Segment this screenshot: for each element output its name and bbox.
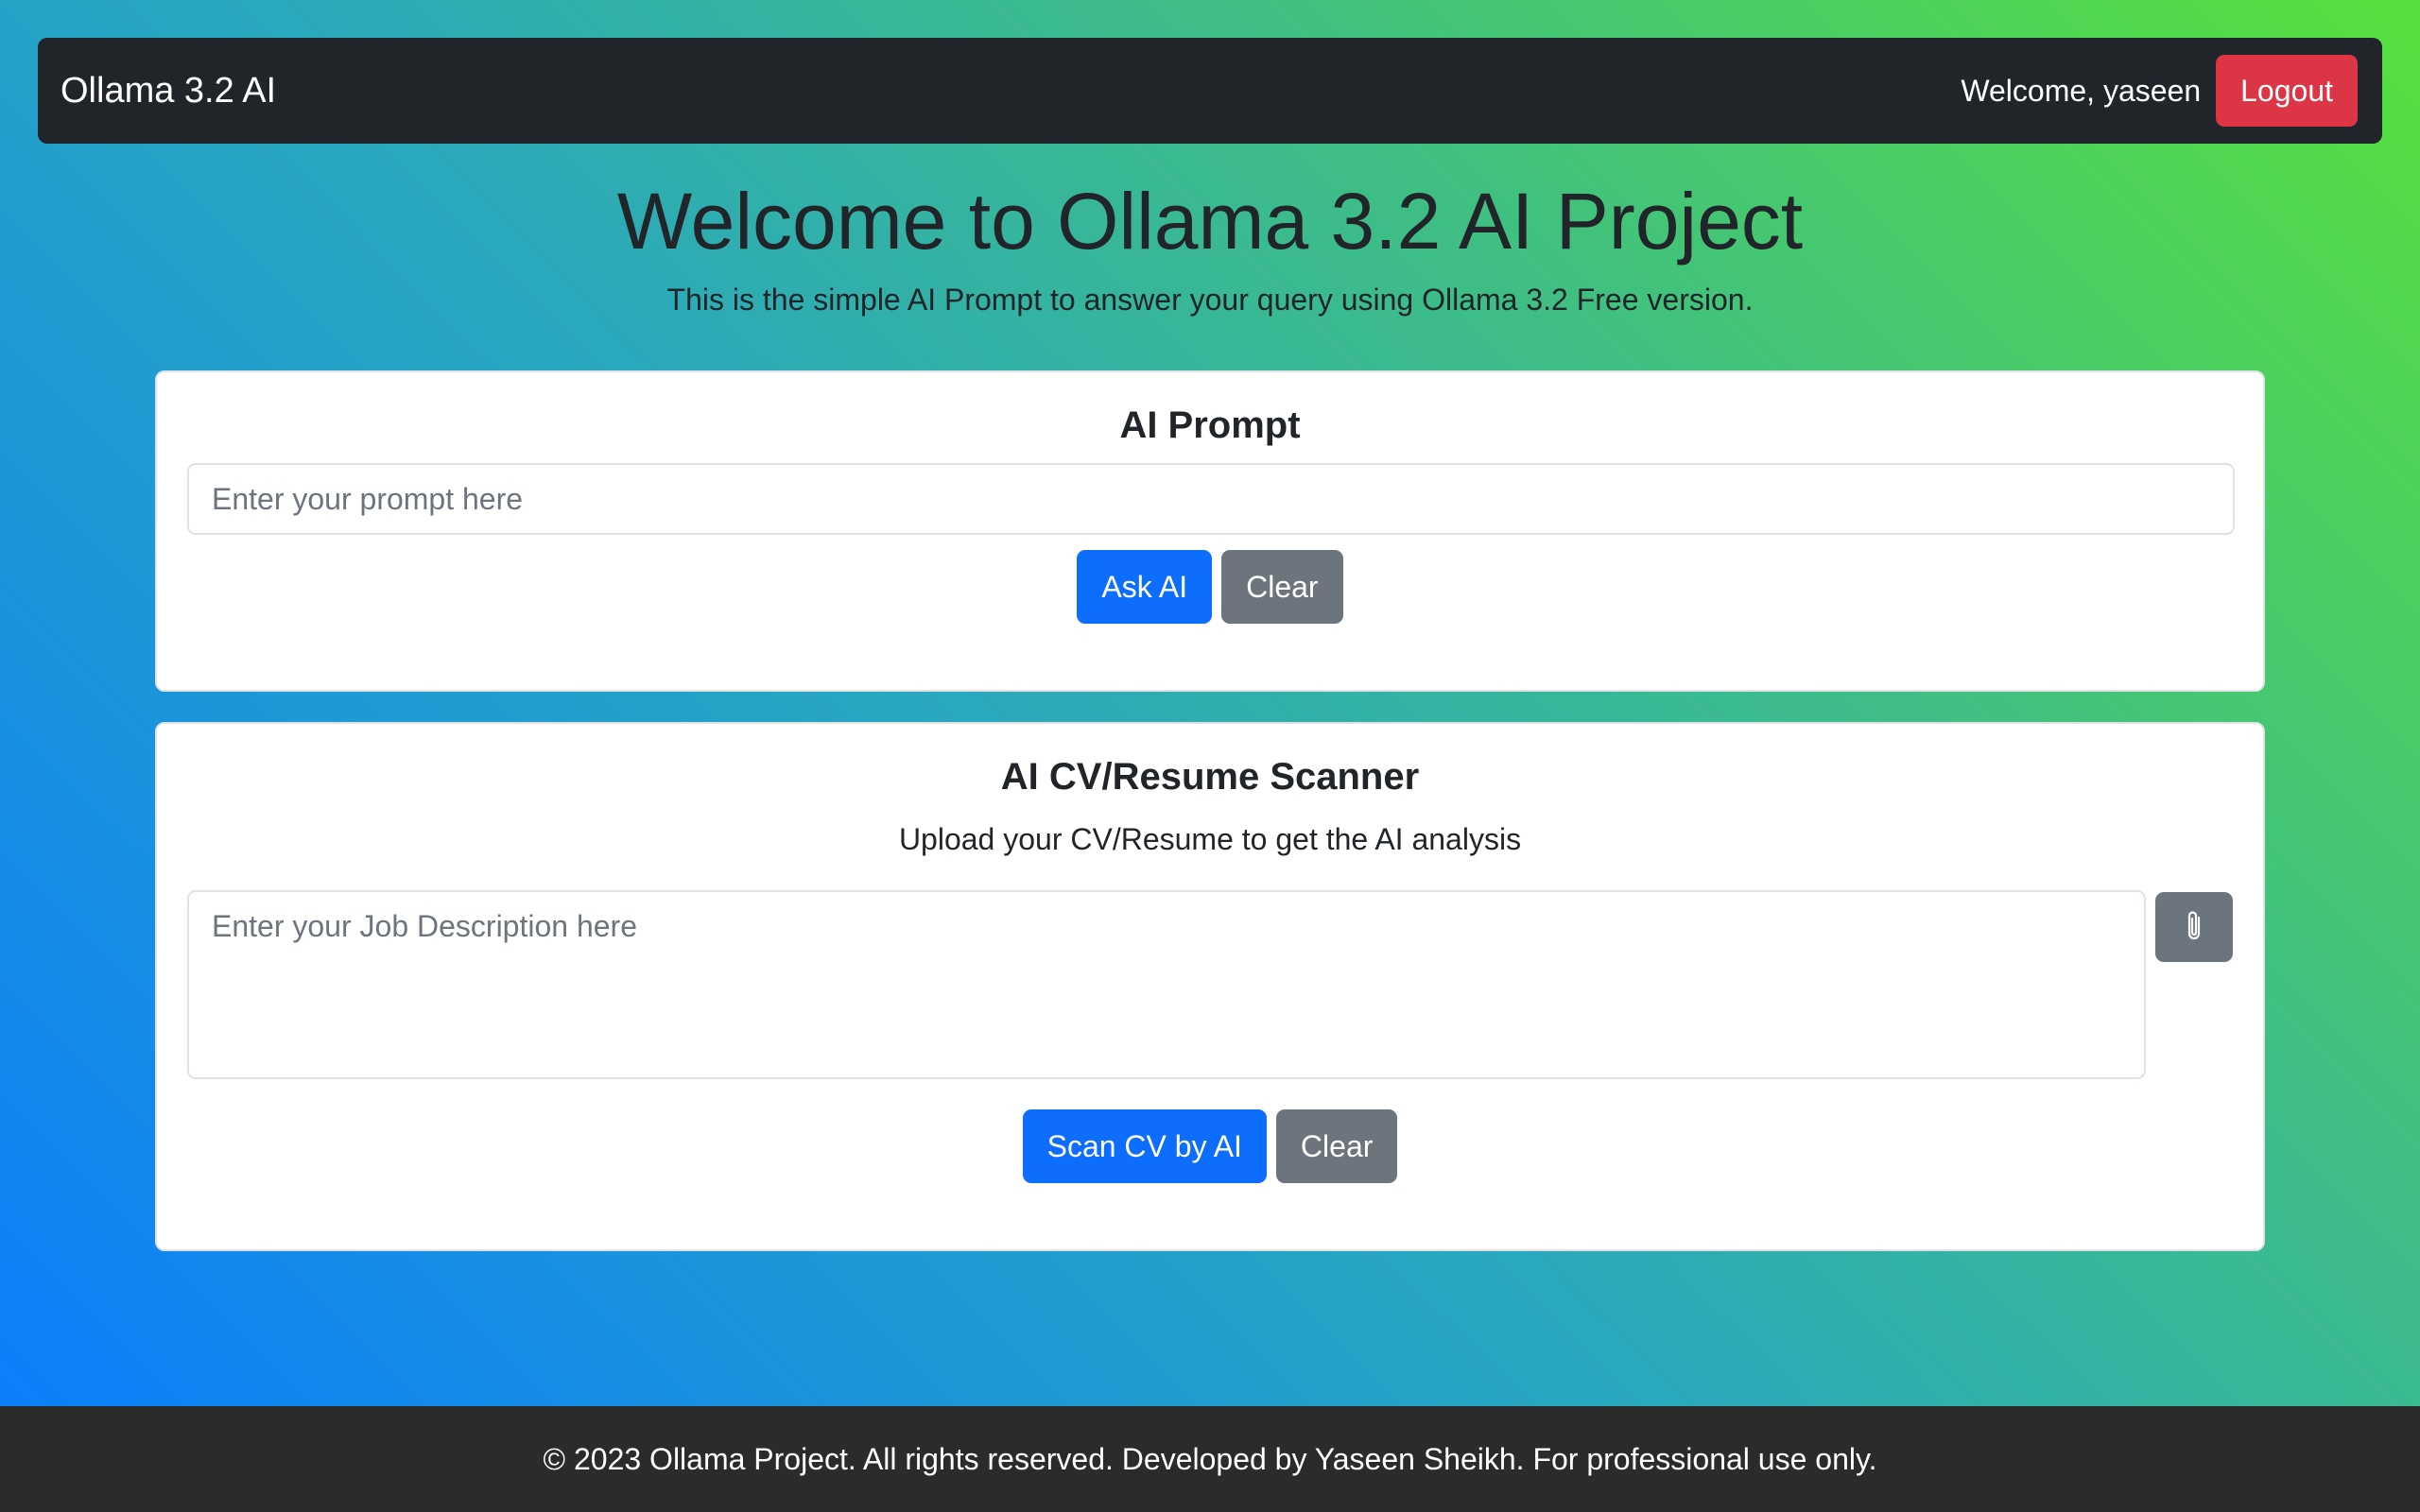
paperclip-icon	[2184, 909, 2204, 946]
ai-prompt-card: AI Prompt Ask AI Clear	[155, 370, 2265, 692]
navbar: Ollama 3.2 AI Welcome, yaseen Logout	[38, 38, 2382, 144]
prompt-button-row: Ask AI Clear	[157, 550, 2263, 624]
ask-ai-button[interactable]: Ask AI	[1077, 550, 1213, 624]
ai-prompt-title: AI Prompt	[1119, 404, 1301, 446]
attach-cv-button[interactable]	[2155, 892, 2233, 962]
cv-scanner-title: AI CV/Resume Scanner	[1000, 756, 1420, 798]
prompt-input[interactable]	[187, 463, 2235, 535]
page-title: Welcome to Ollama 3.2 AI Project	[616, 177, 1804, 266]
footer: © 2023 Ollama Project. All rights reserv…	[0, 1406, 2420, 1512]
job-description-field[interactable]	[187, 890, 2146, 1079]
cv-scanner-card: AI CV/Resume Scanner Upload your CV/Resu…	[155, 722, 2265, 1251]
page-subtitle: This is the simple AI Prompt to answer y…	[666, 283, 1754, 317]
cv-scanner-subtitle: Upload your CV/Resume to get the AI anal…	[898, 822, 1522, 856]
footer-text: © 2023 Ollama Project. All rights reserv…	[543, 1441, 1877, 1476]
scan-cv-button[interactable]: Scan CV by AI	[1022, 1109, 1267, 1183]
clear-cv-button[interactable]: Clear	[1275, 1109, 1398, 1183]
navbar-user-area: Welcome, yaseen Logout	[1961, 55, 2358, 127]
logout-button[interactable]: Logout	[2216, 55, 2358, 127]
cv-button-row: Scan CV by AI Clear	[157, 1109, 2263, 1183]
welcome-user-text: Welcome, yaseen	[1961, 73, 2202, 108]
brand-link[interactable]: Ollama 3.2 AI	[60, 71, 276, 112]
clear-prompt-button[interactable]: Clear	[1221, 550, 1343, 624]
